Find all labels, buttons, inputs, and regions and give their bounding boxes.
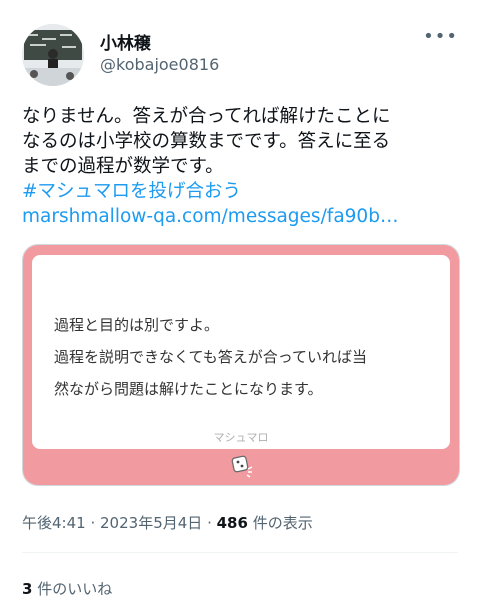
meta-separator: · [90,514,101,532]
tweet-text-line: なりません。答えが合ってれば解けたことに [22,106,391,127]
tweet-date[interactable]: 2023年5月4日 [100,514,202,532]
meta-separator: · [207,514,217,532]
tweet-meta: 午後4:41 · 2023年5月4日 · 486 件の表示 [22,512,313,533]
tweet-text-line: までの過程が数学です。 [22,156,224,177]
tweet-header: 小林穣 @kobajoe0816 ••• [22,24,462,88]
url-link[interactable]: marshmallow-qa.com/messages/fa90b… [22,204,462,229]
divider [22,552,458,553]
more-options-icon[interactable]: ••• [423,26,458,47]
question-box: 過程と目的は別ですよ。 過程を説明できなくても答えが合っていれば当 然ながら問題… [32,255,450,449]
question-line: 過程と目的は別ですよ。 [54,316,220,334]
view-count: 486 [216,514,248,532]
link-card[interactable]: 過程と目的は別ですよ。 過程を説明できなくても答えが合っていれば当 然ながら問題… [22,244,460,486]
hashtag-link[interactable]: #マシュマロを投げ合おう [22,179,462,204]
likes-label: 件のいいね [37,580,113,598]
avatar[interactable] [22,24,84,86]
display-name[interactable]: 小林穣 [100,29,151,54]
tweet-text-line: なるのは小学校の算数までです。答えに至る [22,131,391,152]
likes-stat[interactable]: 3 件のいいね [22,578,112,599]
question-line: 過程を説明できなくても答えが合っていれば当 [54,348,368,366]
tweet-time[interactable]: 午後4:41 [22,514,86,532]
view-label: 件の表示 [252,514,313,532]
user-handle[interactable]: @kobajoe0816 [100,55,219,74]
marshmallow-icon [228,452,254,482]
question-text: 過程と目的は別ですよ。 過程を説明できなくても答えが合っていれば当 然ながら問題… [54,309,434,405]
question-line: 然ながら問題は解けたことになります。 [54,380,323,398]
likes-count: 3 [22,580,33,598]
tweet-text: なりません。答えが合ってれば解けたことに なるのは小学校の算数までです。答えに至… [22,104,462,229]
brand-label: マシュマロ [213,431,269,444]
